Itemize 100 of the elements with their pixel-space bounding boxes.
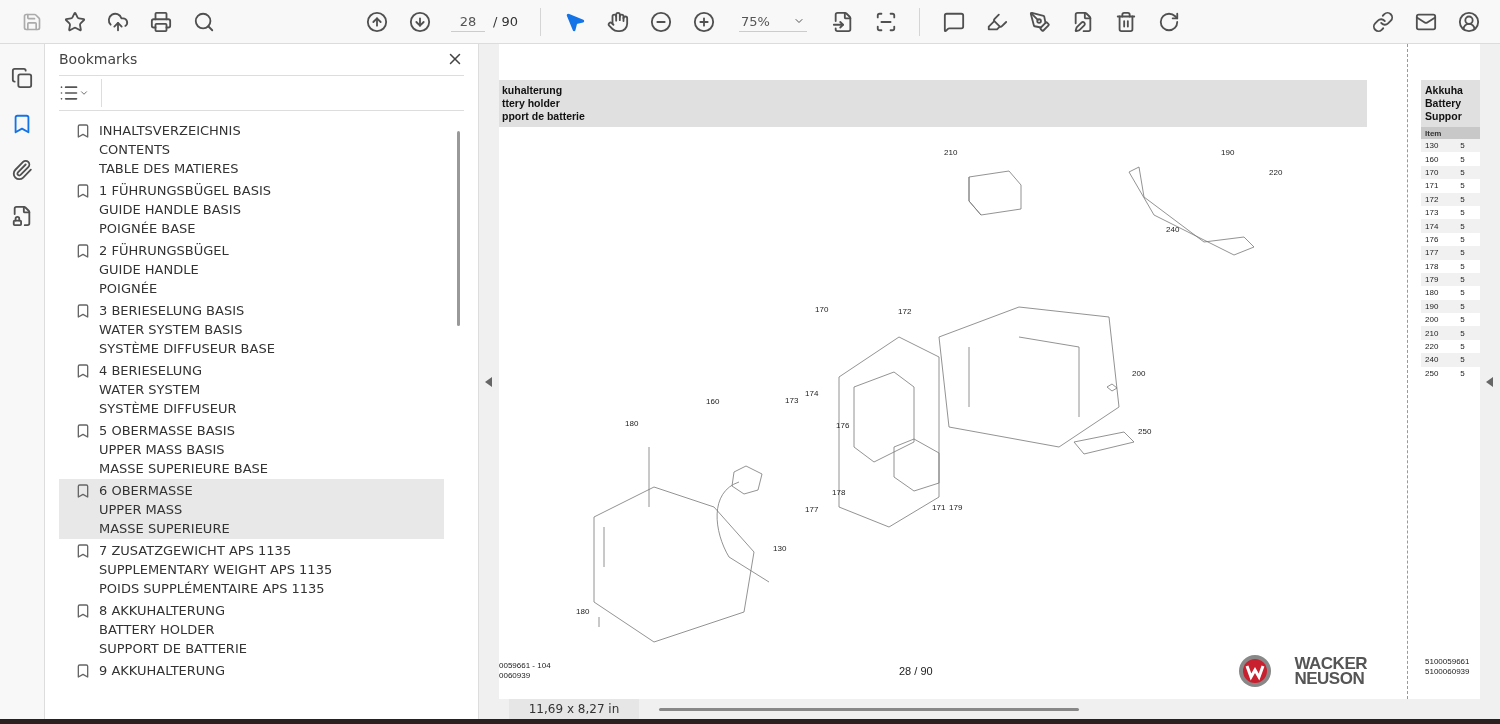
bookmark-label: SYSTÈME DIFFUSEUR BASE [99,340,275,358]
bookmark-label: 5 OBERMASSE BASIS [99,422,236,440]
bookmark-item[interactable]: 3 BERIESELUNG BASIS WATER SYSTEM BASIS SYSTÈME DIFFUSEUR BASE [59,299,444,359]
bookmark-icon [75,123,91,139]
bookmark-label: WATER SYSTEM [99,381,202,399]
table-cell: 5 [1460,368,1465,378]
bookmark-item[interactable]: INHALTSVERZEICHNIS CONTENTS TABLE DES MATIERES [59,119,444,179]
table-cell: 5 [1460,234,1465,244]
bookmark-label: CONTENTS [99,141,172,159]
table-cell: 180 [1425,288,1439,298]
table-cell: 5 [1460,154,1465,164]
table-cell: 5 [1460,328,1465,338]
table-cell: 5 [1460,342,1465,352]
page-heading: Battery [1425,97,1463,110]
page-number-field[interactable]: 28 [451,11,485,32]
table-cell: 177 [1425,248,1439,258]
document-number: 5100059661 [1425,657,1471,667]
bookmark-label: SYSTÈME DIFFUSEUR [99,400,237,418]
bookmark-label: INHALTSVERZEICHNIS [99,122,241,140]
bookmark-item[interactable]: 2 FÜHRUNGSBÜGEL GUIDE HANDLE POIGNÉE [59,239,444,299]
page-heading: Akkuha [1425,84,1464,97]
bookmark-icon [75,243,91,259]
bookmark-icon [75,603,91,619]
table-cell: 5 [1460,194,1465,204]
table-cell: 5 [1460,181,1465,191]
bookmark-label: POIDS SUPPLÉMENTAIRE APS 1135 [99,580,326,598]
bookmark-icon [75,483,91,499]
table-cell: 240 [1425,355,1439,365]
table-cell: 170 [1425,167,1439,177]
table-cell: 5 [1460,275,1465,285]
table-cell: 210 [1425,328,1439,338]
page-size: 11,69 x 8,27 in [509,699,639,719]
page-total: / 90 [493,14,519,29]
callout-number: 200 [1132,369,1146,378]
table-cell: 130 [1425,141,1439,151]
callout-number: 170 [815,305,829,314]
collapse-arrow-icon[interactable] [485,376,493,387]
table-cell: 171 [1425,181,1439,191]
table-cell: 5 [1460,288,1465,298]
horizontal-scrollbar[interactable] [659,707,1079,711]
page-heading: ttery holder [502,97,561,110]
document-number: 5100060939 [1425,667,1471,677]
bookmark-item[interactable]: 1 FÜHRUNGSBÜGEL BASIS GUIDE HANDLE BASIS POIGNÉE BASE [59,179,444,239]
bookmark-item[interactable]: 9 AKKUHALTERUNG [59,659,444,719]
bookmark-label: 2 FÜHRUNGSBÜGEL [99,242,229,260]
document-number: 0059661 - 104 [499,661,552,671]
callout-number: 174 [805,389,819,398]
bookmark-label: 1 FÜHRUNGSBÜGEL BASIS [99,182,271,200]
bookmark-label: WATER SYSTEM BASIS [99,321,244,339]
options-menu-button[interactable] [59,78,102,107]
bookmark-label: POIGNÉE BASE [99,220,197,238]
page-footer-number: 28 / 90 [899,665,933,677]
bookmark-icon [75,363,91,379]
table-cell: 5 [1460,208,1465,218]
logo-icon [1238,654,1273,688]
table-cell: 250 [1425,368,1439,378]
callout-number: 190 [1221,148,1235,157]
bookmark-icon [75,663,91,679]
bookmark-label: UPPER MASS BASIS [99,441,226,459]
callout-number: 220 [1269,168,1283,177]
bookmark-label: POIGNÉE [99,280,159,298]
callout-number: 173 [785,396,799,405]
bookmark-item[interactable]: 8 AKKUHALTERUNG BATTERY HOLDER SUPPORT DE BATTERIE [59,599,444,659]
table-cell: 220 [1425,342,1439,352]
bookmark-item[interactable]: 4 BERIESELUNG WATER SYSTEM SYSTÈME DIFFUSEUR [59,359,444,419]
bookmark-label: 6 OBERMASSE [99,482,194,500]
document-number: 0060939 [499,671,532,681]
zoom-dropdown[interactable]: 75% [739,11,808,32]
bookmark-label: UPPER MASS [99,501,184,519]
callout-number: 176 [836,421,850,430]
page-heading: kuhalterung [502,84,564,97]
bookmark-item[interactable]: 5 OBERMASSE BASIS UPPER MASS BASIS MASSE SUPERIEURE BASE [59,419,444,479]
callout-number: 178 [832,488,846,497]
table-cell: 190 [1425,301,1439,311]
bookmark-label: 8 AKKUHALTERUNG [99,602,227,620]
callout-number: 171 [932,503,946,512]
table-cell: 160 [1425,154,1439,164]
callout-number: 177 [805,505,819,514]
table-cell: 5 [1460,221,1465,231]
callout-number: 180 [576,607,590,616]
callout-number: 180 [625,419,639,428]
bookmark-label: SUPPORT DE BATTERIE [99,640,247,658]
collapse-arrow-icon[interactable] [1486,376,1494,387]
bookmark-label: 7 ZUSATZGEWICHT APS 1135 [99,542,293,560]
column-header: Item [1425,128,1442,138]
callout-number: 130 [773,544,787,553]
bookmark-label: MASSE SUPERIEURE BASE [99,460,269,478]
bookmark-label: 3 BERIESELUNG BASIS [99,302,246,320]
table-cell: 172 [1425,194,1439,204]
page-heading: pport de batterie [502,110,586,123]
callout-number: 250 [1138,427,1152,436]
bookmark-item[interactable]: 6 OBERMASSE UPPER MASS MASSE SUPERIEURE [59,479,444,539]
logo-text: NEUSON [1294,671,1366,686]
table-cell: 5 [1460,248,1465,258]
callout-number: 240 [1166,225,1180,234]
table-cell: 5 [1460,315,1465,325]
table-cell: 5 [1460,261,1465,271]
table-cell: 178 [1425,261,1439,271]
table-cell: 174 [1425,221,1439,231]
bookmark-item[interactable]: 7 ZUSATZGEWICHT APS 1135 SUPPLEMENTARY WEIGHT APS 1135 POIDS SUPPLÉMENTAIRE APS 1135 [59,539,444,599]
